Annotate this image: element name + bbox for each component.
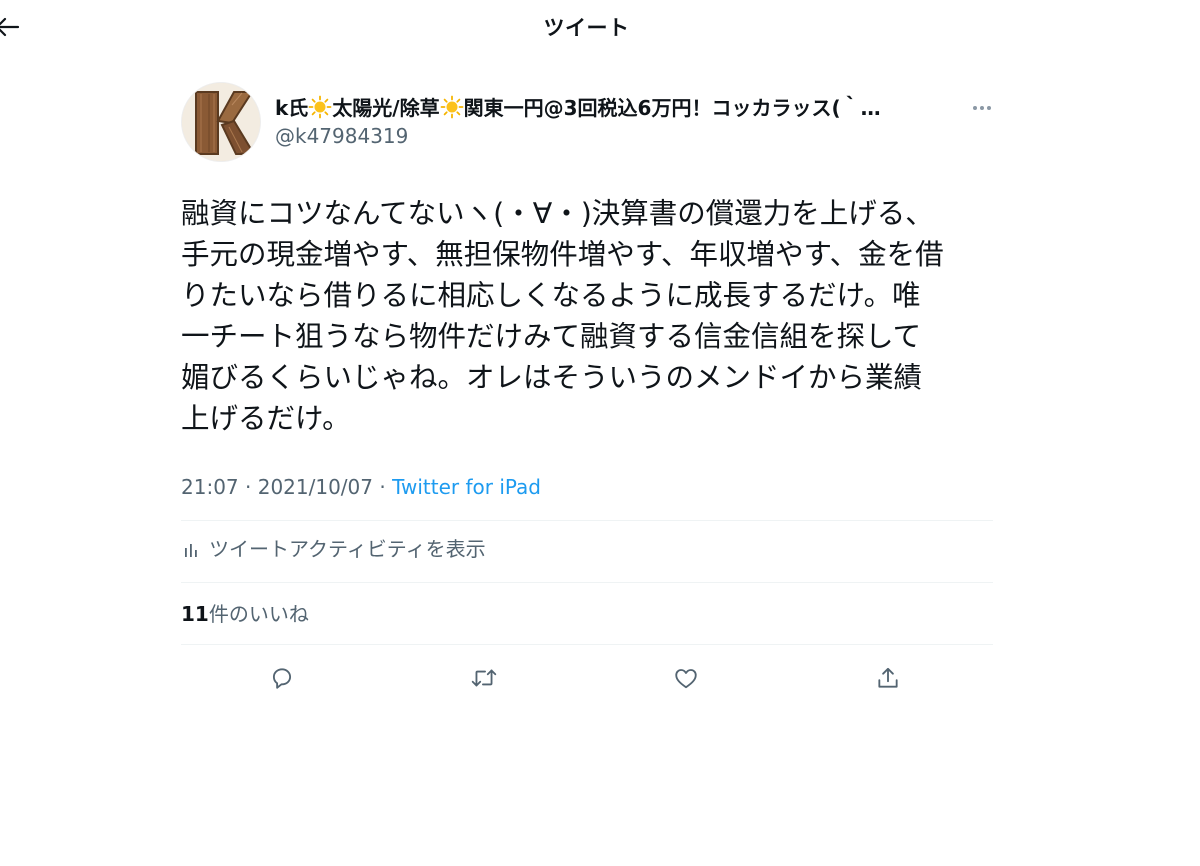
likes-count: 11 (181, 602, 209, 626)
author-name-part-2: 太陽光/除草 (332, 96, 440, 120)
wooden-letter-k-avatar (182, 83, 260, 161)
activity-label: ツイートアクティビティを表示 (209, 537, 486, 561)
tweet-actions (181, 655, 993, 701)
more-horizontal-icon (973, 106, 991, 110)
likes-label: 件のいいね (208, 602, 309, 626)
retweet-button[interactable] (467, 661, 501, 695)
tweet-text: 融資にコツなんてないヽ(・∀・)決算書の償還力を上げる、 手元の現金増やす、無担… (181, 197, 944, 435)
author-name-part-1: k氏 (275, 96, 309, 120)
analytics-bars-icon (185, 544, 197, 557)
tweet-activity-link[interactable]: ツイートアクティビティを表示 (181, 533, 561, 565)
heart-icon (675, 669, 697, 689)
more-options-button[interactable] (969, 95, 995, 121)
like-button[interactable] (669, 661, 703, 695)
share-icon (878, 667, 898, 688)
meta-separator: · (238, 475, 258, 499)
retweet-icon (471, 669, 497, 687)
tweet-date[interactable]: 2021/10/07 (258, 475, 373, 499)
divider-2 (181, 582, 993, 583)
tweet-source-link[interactable]: Twitter for iPad (392, 475, 541, 499)
tweet-meta: 21:07 · 2021/10/07 · Twitter for iPad (181, 472, 541, 502)
divider (181, 520, 993, 521)
reply-button[interactable] (265, 661, 299, 695)
share-button[interactable] (871, 661, 905, 695)
author-name[interactable]: k氏 太陽光/除草 関東一円@3回税込6万円！コッカラッス(｀… (275, 94, 960, 124)
divider-3 (181, 644, 993, 645)
top-bar: ツイート (0, 0, 1200, 56)
reply-icon (272, 668, 292, 689)
page-title: ツイート (543, 16, 630, 40)
tweet-time[interactable]: 21:07 (181, 475, 239, 499)
meta-separator-2: · (373, 475, 393, 499)
avatar[interactable] (181, 82, 261, 162)
sun-emoji-icon (308, 95, 332, 120)
likes-link[interactable]: 11件のいいね (181, 598, 309, 630)
sun-emoji-icon-2 (440, 95, 464, 120)
author-name-part-3: 関東一円@3回税込6万円！コッカラッス(｀… (463, 96, 881, 120)
author-handle[interactable]: @k47984319 (275, 122, 408, 150)
